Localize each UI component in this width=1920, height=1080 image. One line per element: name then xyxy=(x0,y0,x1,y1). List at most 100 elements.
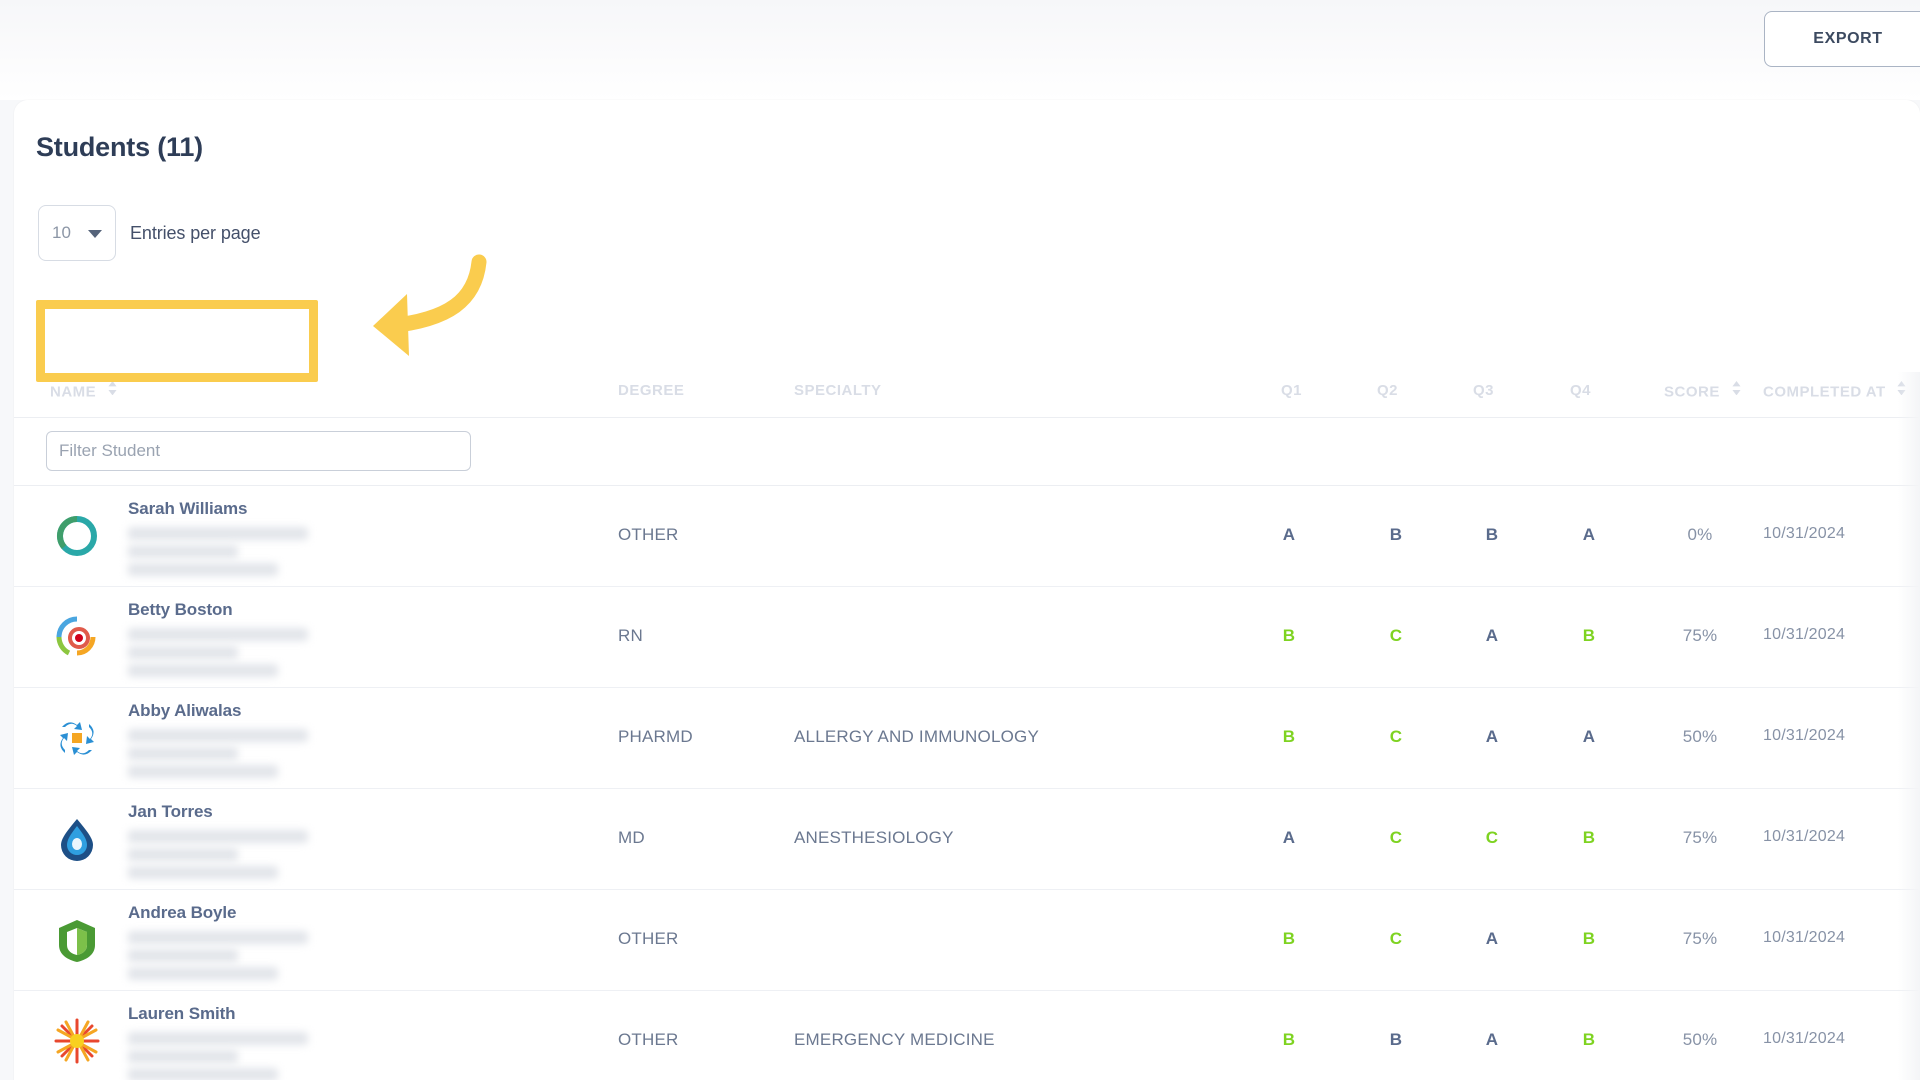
cell-degree: MD xyxy=(618,828,645,847)
multicolor-swirl-logo xyxy=(52,612,102,662)
cell-degree: OTHER xyxy=(618,1030,679,1049)
cell-q4: B xyxy=(1582,828,1596,847)
teal-ring-logo xyxy=(52,511,102,561)
cell-q3: C xyxy=(1485,828,1499,847)
cell-degree: OTHER xyxy=(618,929,679,948)
cell-specialty: EMERGENCY MEDICINE xyxy=(794,1030,995,1049)
student-name: Sarah Williams xyxy=(128,499,248,518)
sort-icon xyxy=(1897,381,1906,396)
cell-q4: A xyxy=(1582,525,1596,544)
column-header-q2[interactable]: Q2 xyxy=(1377,382,1398,399)
cell-specialty: ALLERGY AND IMMUNOLOGY xyxy=(794,727,1039,746)
students-table: NAME DEGREE SPECIALTY Q1 Q2 Q3 Q4 SCORE xyxy=(14,372,1920,1080)
entries-per-page-select[interactable]: 10 xyxy=(38,205,116,261)
cell-q1: B xyxy=(1282,1030,1296,1049)
table-row[interactable]: Betty Boston RN B C A B 75% 10/31/2024 xyxy=(14,587,1920,688)
cell-q2: B xyxy=(1389,1030,1403,1049)
cell-q4: B xyxy=(1582,626,1596,645)
cell-q4: B xyxy=(1582,929,1596,948)
cell-q3: A xyxy=(1485,929,1499,948)
cell-q2: B xyxy=(1389,525,1403,544)
column-header-specialty[interactable]: SPECIALTY xyxy=(794,382,882,399)
annotation-highlight-box xyxy=(36,300,318,382)
cell-score: 75% xyxy=(1682,929,1718,948)
table-filter-row xyxy=(14,418,1920,486)
cell-q3: A xyxy=(1485,1030,1499,1049)
annotation-arrow-icon xyxy=(373,254,487,356)
column-header-completed-at[interactable]: COMPLETED AT xyxy=(1763,381,1906,401)
cell-score: 75% xyxy=(1682,828,1718,847)
cell-q1: B xyxy=(1282,626,1296,645)
cell-score: 50% xyxy=(1682,727,1718,746)
cell-q3: A xyxy=(1485,727,1499,746)
cell-q2: C xyxy=(1389,929,1403,948)
cell-completed-at: 10/31/2024 xyxy=(1763,1030,1846,1047)
cell-degree: OTHER xyxy=(618,525,679,544)
column-header-q1[interactable]: Q1 xyxy=(1281,382,1302,399)
table-row[interactable]: Andrea Boyle OTHER B C A B 75% 10/31/202… xyxy=(14,890,1920,991)
cell-q4: A xyxy=(1582,727,1596,746)
page-title: Students (11) xyxy=(36,132,203,162)
student-name: Andrea Boyle xyxy=(128,903,237,922)
column-header-q3[interactable]: Q3 xyxy=(1473,382,1494,399)
cell-completed-at: 10/31/2024 xyxy=(1763,727,1846,744)
filter-student-input[interactable] xyxy=(46,431,471,471)
column-header-degree[interactable]: DEGREE xyxy=(618,382,684,399)
sort-icon xyxy=(108,381,117,396)
chevron-down-icon xyxy=(88,230,102,238)
cell-q1: B xyxy=(1282,727,1296,746)
column-header-completed-at-label: COMPLETED AT xyxy=(1763,383,1886,401)
redacted-student-details xyxy=(128,628,458,677)
student-name-block: Abby Aliwalas xyxy=(128,701,458,783)
cell-score: 75% xyxy=(1682,626,1718,645)
cell-q3: A xyxy=(1485,626,1499,645)
student-name-block: Jan Torres xyxy=(128,802,458,884)
redacted-student-details xyxy=(128,729,458,778)
student-name: Jan Torres xyxy=(128,802,213,821)
table-row[interactable]: Sarah Williams OTHER A B B A 0% 10/31/20… xyxy=(14,486,1920,587)
cell-score: 0% xyxy=(1687,525,1713,544)
table-row[interactable]: Lauren Smith OTHER EMERGENCY MEDICINE B … xyxy=(14,991,1920,1080)
redacted-student-details xyxy=(128,830,458,879)
student-name: Lauren Smith xyxy=(128,1004,236,1023)
cell-completed-at: 10/31/2024 xyxy=(1763,626,1846,643)
student-name-block: Sarah Williams xyxy=(128,499,458,581)
cell-q1: A xyxy=(1282,828,1296,847)
student-name-block: Betty Boston xyxy=(128,600,458,682)
blue-arrows-cycle-logo xyxy=(52,713,102,763)
cell-q3: B xyxy=(1485,525,1499,544)
entries-per-page-control: 10 Entries per page xyxy=(38,205,261,261)
redacted-student-details xyxy=(128,931,458,980)
student-name: Betty Boston xyxy=(128,600,233,619)
cell-completed-at: 10/31/2024 xyxy=(1763,828,1846,845)
student-name: Abby Aliwalas xyxy=(128,701,242,720)
cell-completed-at: 10/31/2024 xyxy=(1763,929,1846,946)
cell-degree: RN xyxy=(618,626,643,645)
cell-q2: C xyxy=(1389,727,1403,746)
table-row[interactable]: Abby Aliwalas PHARMD ALLERGY AND IMMUNOL… xyxy=(14,688,1920,789)
student-name-block: Andrea Boyle xyxy=(128,903,458,985)
cell-degree: PHARMD xyxy=(618,727,693,746)
cell-q1: A xyxy=(1282,525,1296,544)
cell-score: 50% xyxy=(1682,1030,1718,1049)
column-header-name-label: NAME xyxy=(50,383,97,401)
sort-icon xyxy=(1731,381,1741,396)
table-header-row: NAME DEGREE SPECIALTY Q1 Q2 Q3 Q4 SCORE xyxy=(14,372,1920,418)
entries-per-page-label: Entries per page xyxy=(130,222,261,243)
entries-per-page-value: 10 xyxy=(52,223,71,242)
column-header-name[interactable]: NAME xyxy=(50,381,117,401)
blue-droplet-logo xyxy=(52,814,102,864)
redacted-student-details xyxy=(128,527,458,576)
top-bar: EXPORT xyxy=(0,0,1920,100)
table-row[interactable]: Jan Torres MD ANESTHESIOLOGY A C C B 75%… xyxy=(14,789,1920,890)
cell-q4: B xyxy=(1582,1030,1596,1049)
column-header-q4[interactable]: Q4 xyxy=(1570,382,1591,399)
table-body: Sarah Williams OTHER A B B A 0% 10/31/20… xyxy=(14,486,1920,1080)
cell-q2: C xyxy=(1389,828,1403,847)
student-name-block: Lauren Smith xyxy=(128,1004,458,1080)
export-button[interactable]: EXPORT xyxy=(1764,11,1920,67)
green-shield-logo xyxy=(52,915,102,965)
column-header-score[interactable]: SCORE xyxy=(1664,381,1741,400)
cell-completed-at: 10/31/2024 xyxy=(1763,525,1846,542)
orange-starburst-logo xyxy=(52,1016,102,1066)
